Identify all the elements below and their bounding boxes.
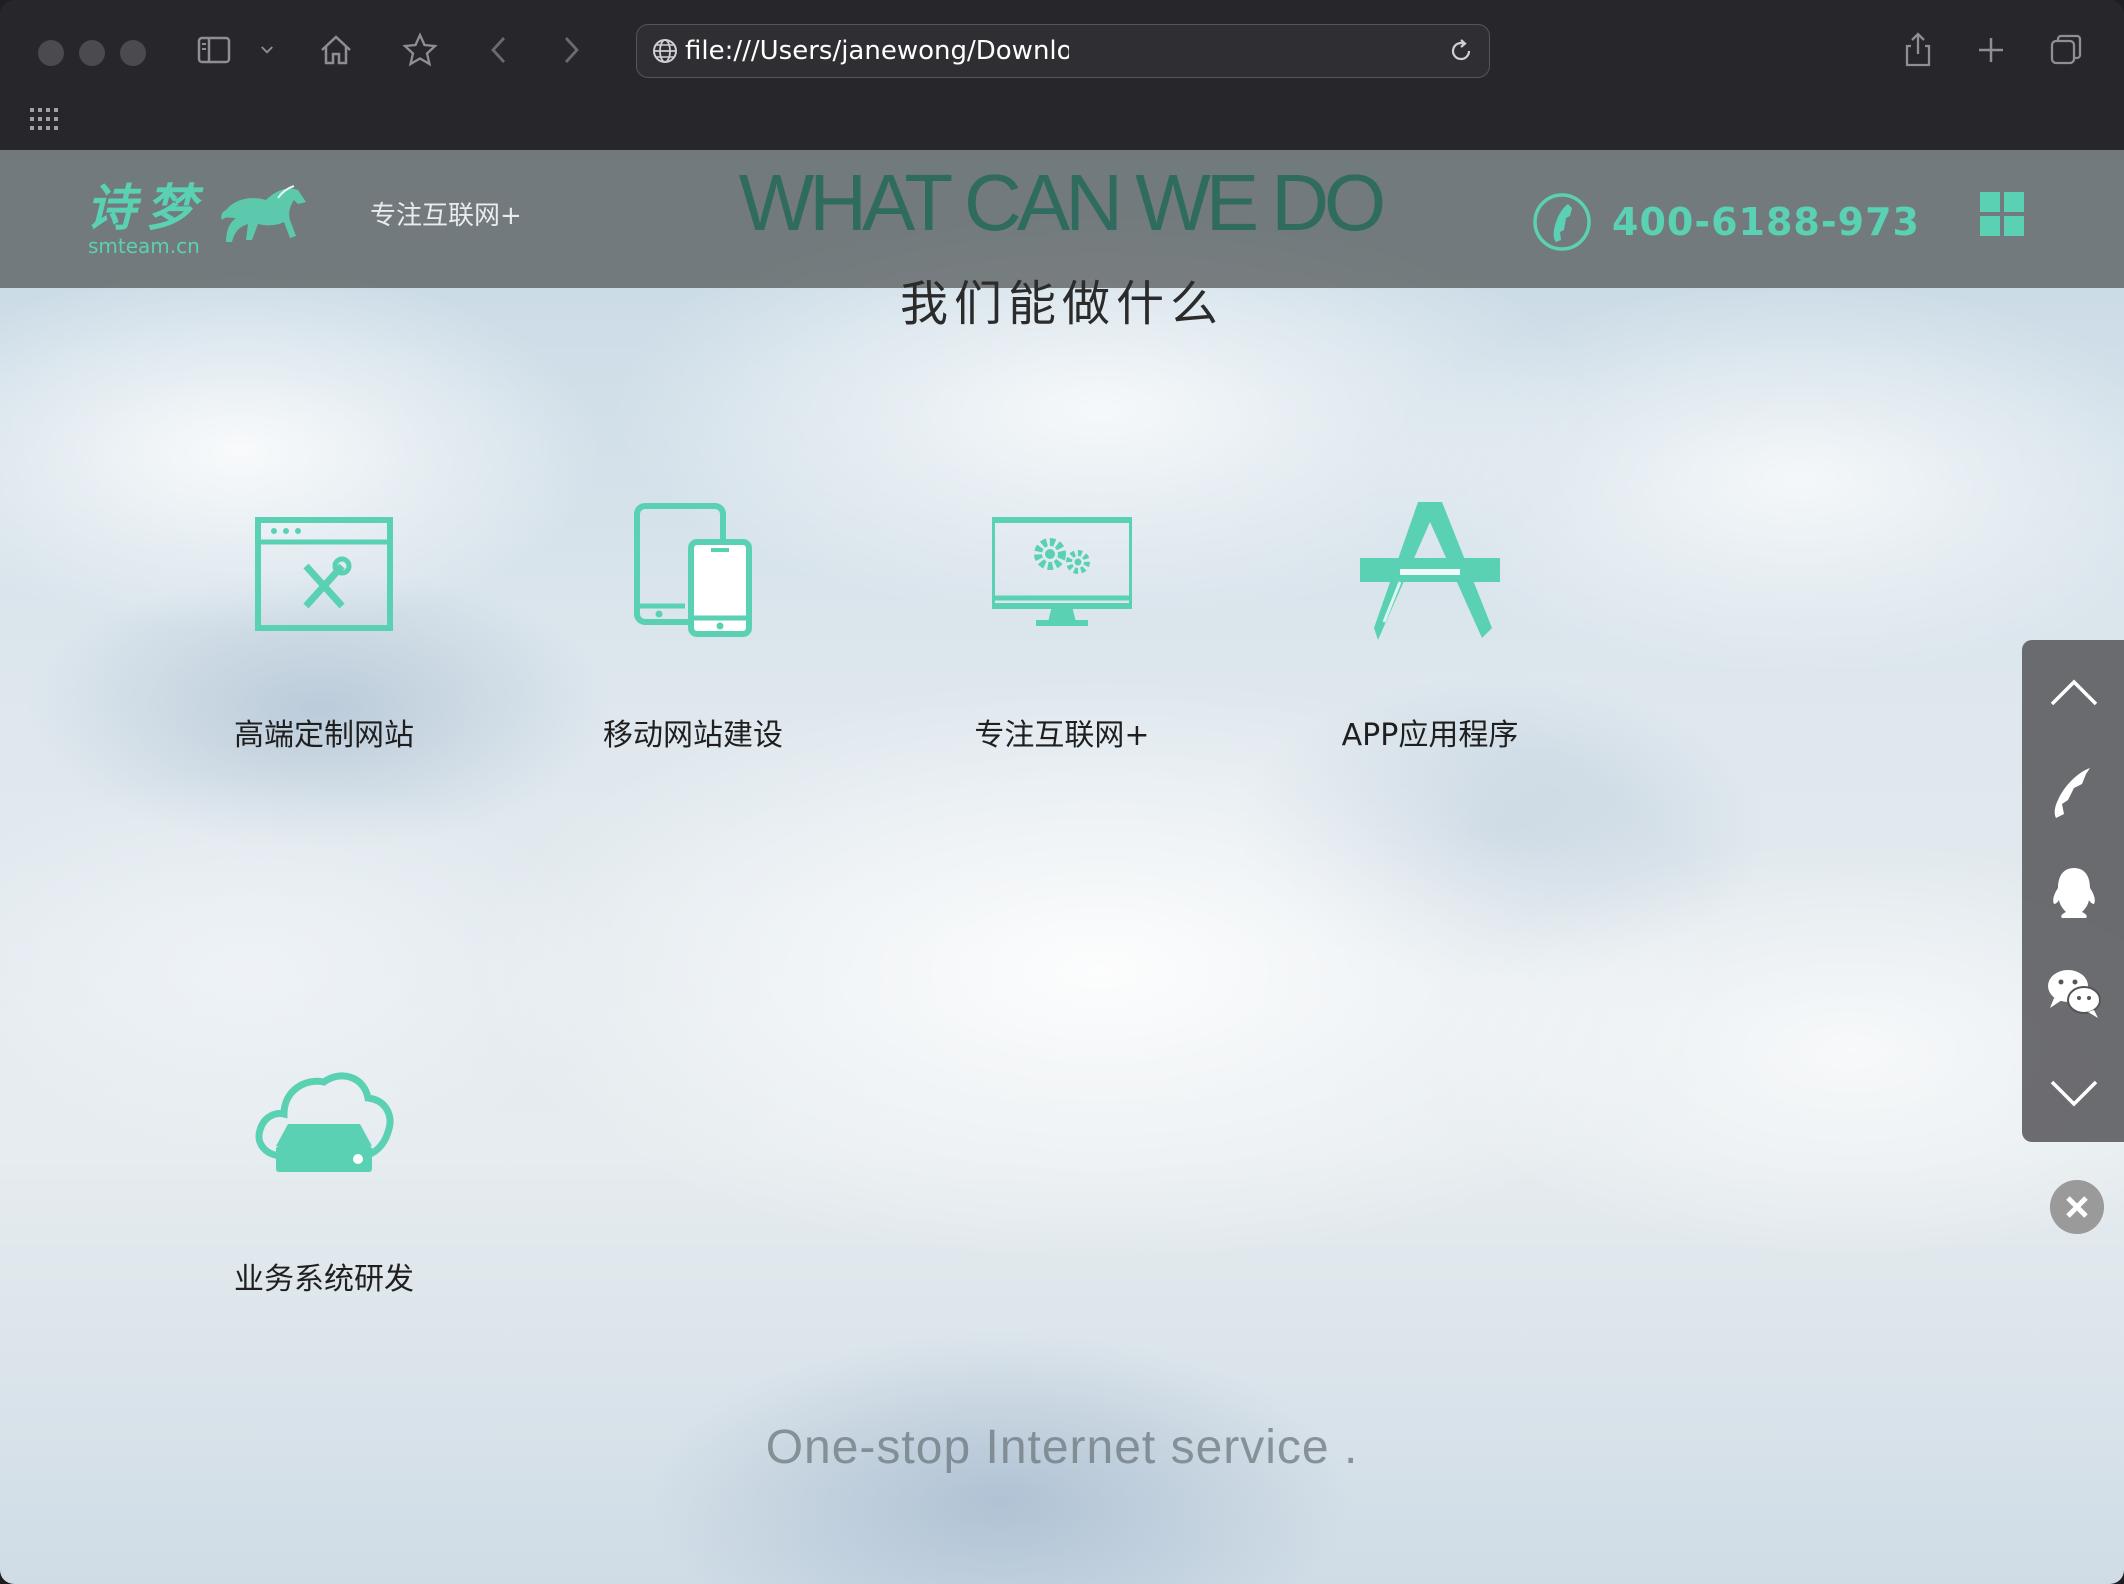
globe-icon	[653, 39, 677, 63]
service-label: 移动网站建设	[603, 718, 783, 753]
cloud-server-icon	[255, 1072, 394, 1172]
site-header: 诗梦 smteam.cn 专注互联网+ WHAT CAN WE DO 400-6…	[0, 150, 2124, 288]
mobile-devices-icon	[634, 503, 752, 637]
apps-grid-icon[interactable]	[30, 108, 58, 130]
home-icon[interactable]	[314, 28, 358, 72]
forward-icon[interactable]	[548, 28, 592, 72]
close-icon[interactable]	[2050, 1180, 2104, 1234]
address-bar[interactable]: file:///Users/janewong/Downloads/好看大气的建站…	[636, 24, 1490, 78]
site-logo[interactable]: 诗梦 smteam.cn	[86, 180, 306, 260]
header-slogan: 专注互联网+	[370, 201, 522, 231]
wechat-icon[interactable]	[2046, 964, 2102, 1020]
zoom-window-button[interactable]	[120, 40, 146, 66]
reload-icon[interactable]	[1447, 37, 1475, 65]
browser-toolbar: file:///Users/janewong/Downloads/好看大气的建站…	[0, 0, 2124, 150]
service-item[interactable]: APP应用程序	[1300, 502, 1560, 762]
phone-icon[interactable]	[2046, 764, 2102, 820]
chevron-down-icon[interactable]	[252, 28, 282, 72]
url-text[interactable]: file:///Users/janewong/Downloads/好看大气的建站…	[685, 35, 1069, 67]
tagline: One-stop Internet service .	[765, 1421, 1359, 1474]
new-tab-icon[interactable]	[1969, 28, 2013, 72]
sidebar-toggle-icon[interactable]	[192, 28, 236, 72]
chevron-down-icon[interactable]	[2046, 1064, 2102, 1120]
page-content: 诗梦 smteam.cn 专注互联网+ WHAT CAN WE DO 400-6…	[0, 150, 2124, 1584]
floating-contact-bar	[2022, 640, 2124, 1142]
bookmark-star-icon[interactable]	[398, 28, 442, 72]
section-title: 我们能做什么	[899, 276, 1224, 332]
phone-number: 400-6188-973	[1612, 200, 1920, 244]
menu-grid-icon[interactable]	[1980, 192, 2024, 236]
minimize-window-button[interactable]	[79, 40, 105, 66]
service-item[interactable]: 高端定制网站	[194, 502, 454, 762]
service-item[interactable]: 业务系统研发	[194, 1050, 454, 1310]
phone-circle-icon	[1533, 193, 1591, 251]
qq-icon[interactable]	[2046, 864, 2102, 920]
service-label: 高端定制网站	[234, 718, 414, 753]
back-icon[interactable]	[478, 28, 522, 72]
browser-window: file:///Users/janewong/Downloads/好看大气的建站…	[0, 0, 2124, 1584]
monitor-gears-icon	[992, 517, 1132, 626]
share-icon[interactable]	[1896, 28, 1940, 72]
service-item[interactable]: 专注互联网+	[932, 502, 1192, 762]
tab-overview-icon[interactable]	[2044, 28, 2088, 72]
website-tools-icon	[255, 517, 393, 631]
window-controls	[38, 40, 146, 66]
service-label: 专注互联网+	[974, 718, 1150, 753]
service-label: 业务系统研发	[234, 1262, 414, 1297]
hotline[interactable]: 400-6188-973	[1532, 190, 1920, 254]
logo-chinese-text: 诗梦	[86, 178, 206, 237]
service-label: APP应用程序	[1341, 718, 1519, 753]
header-watermark-text: WHAT CAN WE DO	[738, 158, 1387, 247]
chevron-up-icon[interactable]	[2046, 666, 2102, 722]
logo-english-text: smteam.cn	[88, 234, 200, 258]
service-item[interactable]: 移动网站建设	[563, 502, 823, 762]
horse-logo-icon	[221, 185, 306, 242]
app-store-icon	[1360, 502, 1500, 640]
close-window-button[interactable]	[38, 40, 64, 66]
